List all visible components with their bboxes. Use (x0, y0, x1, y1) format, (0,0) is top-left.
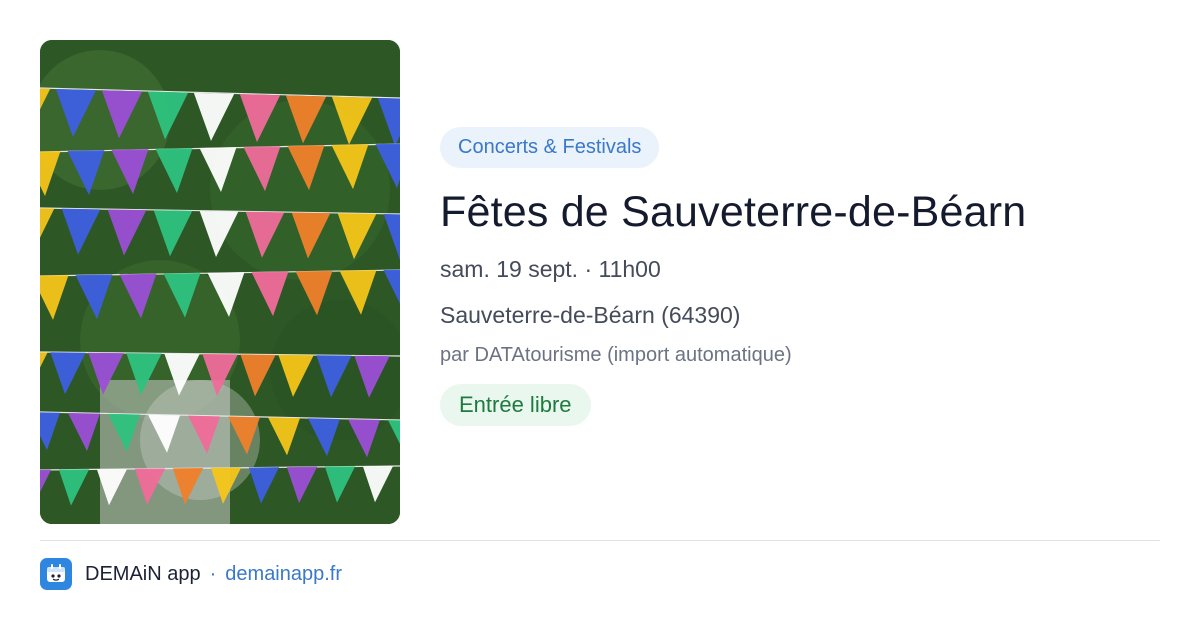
bunting-flags-photo (40, 40, 400, 524)
app-url-link[interactable]: demainapp.fr (225, 563, 342, 586)
footer-separator: · (209, 562, 217, 585)
event-title: Fêtes de Sauveterre-de-Béarn (440, 188, 1027, 236)
footer: DEMAiN app · demainapp.fr (40, 558, 342, 590)
footer-divider (40, 540, 1160, 541)
price-badge: Entrée libre (440, 384, 591, 426)
app-name: DEMAiN app (85, 562, 201, 585)
event-organizer: par DATAtourisme (import automatique) (440, 344, 792, 366)
demain-app-logo-icon[interactable] (40, 558, 72, 590)
event-datetime: sam. 19 sept. · 11h00 (440, 256, 661, 282)
event-image (40, 40, 400, 524)
event-location: Sauveterre-de-Béarn (64390) (440, 302, 741, 328)
event-info: Concerts & Festivals Fêtes de Sauveterre… (440, 127, 1160, 426)
category-badge[interactable]: Concerts & Festivals (440, 127, 660, 168)
